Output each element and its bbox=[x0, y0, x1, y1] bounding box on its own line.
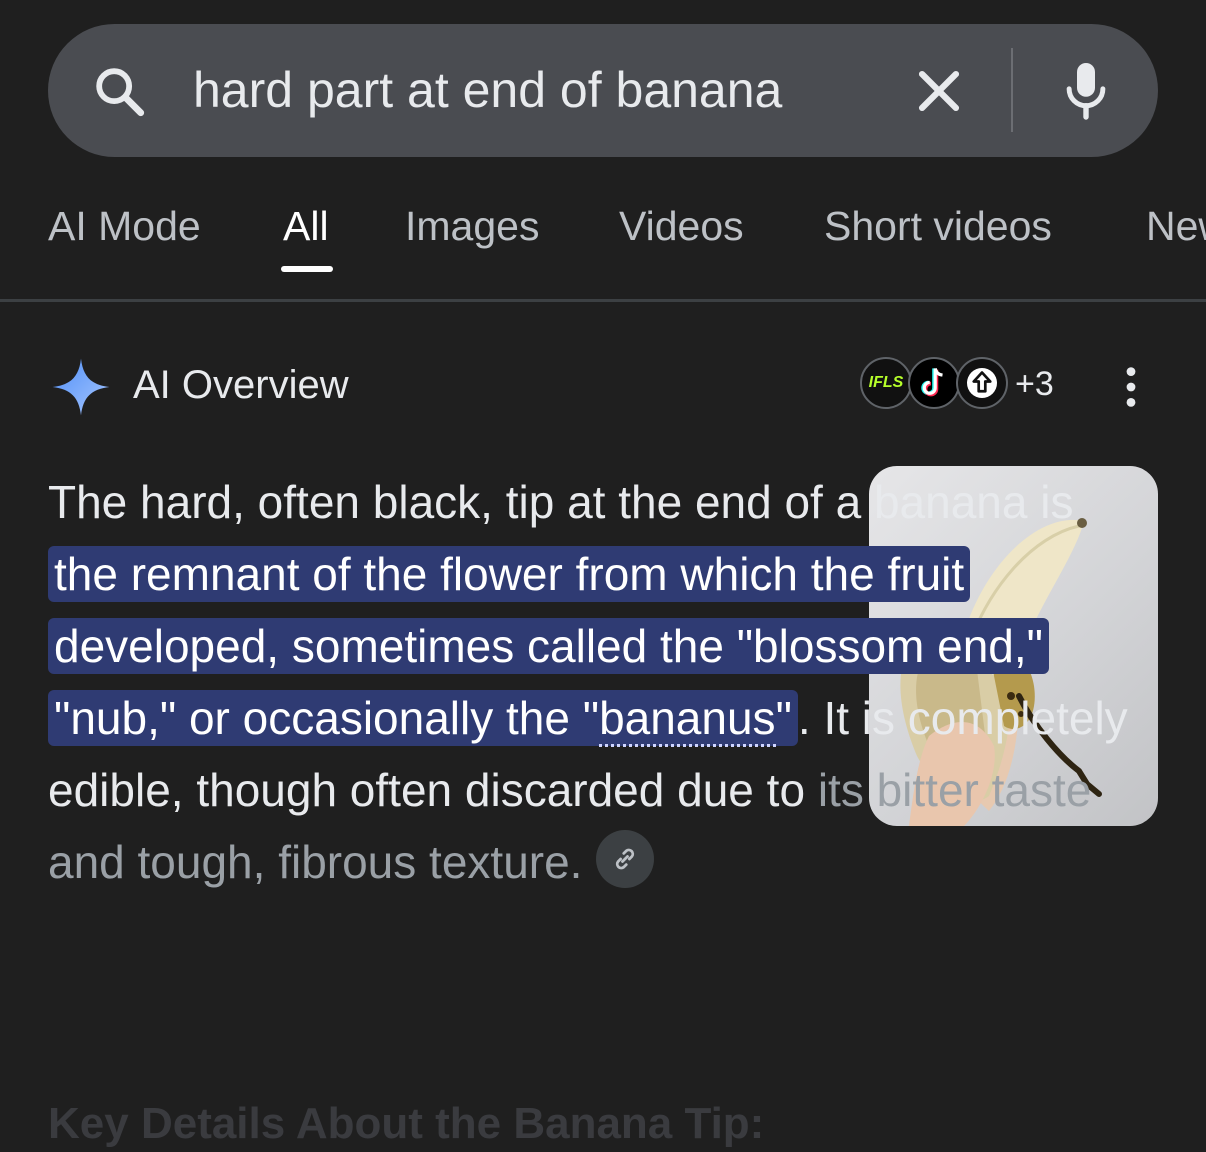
search-icon[interactable] bbox=[90, 62, 148, 120]
ai-overview-title: AI Overview bbox=[133, 363, 349, 407]
answer-highlight-end: " bbox=[775, 692, 792, 744]
active-tab-indicator bbox=[281, 266, 333, 272]
search-input[interactable]: hard part at end of banana bbox=[193, 56, 782, 124]
source-label: IFLS bbox=[868, 374, 904, 391]
tab-all[interactable]: All bbox=[283, 195, 329, 257]
link-icon[interactable] bbox=[596, 830, 655, 888]
close-icon[interactable] bbox=[910, 62, 968, 120]
tabs-divider bbox=[0, 299, 1206, 302]
more-vert-icon[interactable] bbox=[1120, 365, 1142, 409]
search-tabs: AI Mode All Images Videos Short videos N… bbox=[0, 195, 1206, 303]
answer-intro: The hard, often black, tip at the end of… bbox=[48, 476, 1074, 528]
tab-ai-mode[interactable]: AI Mode bbox=[48, 195, 201, 257]
sparkle-icon bbox=[52, 358, 110, 416]
tab-news[interactable]: New bbox=[1146, 195, 1206, 257]
bananus-term[interactable]: bananus bbox=[599, 692, 776, 747]
tiktok-icon[interactable] bbox=[908, 357, 960, 409]
tab-images[interactable]: Images bbox=[405, 195, 539, 257]
tab-videos[interactable]: Videos bbox=[619, 195, 744, 257]
key-details-heading: Key Details About the Banana Tip: bbox=[48, 1099, 765, 1148]
upload-arrow-icon[interactable] bbox=[956, 357, 1008, 409]
ai-overview-answer: The hard, often black, tip at the end of… bbox=[48, 466, 1138, 898]
ifls-logo[interactable]: IFLS bbox=[860, 357, 912, 409]
microphone-icon[interactable] bbox=[1059, 58, 1113, 122]
tab-short-videos[interactable]: Short videos bbox=[824, 195, 1052, 257]
search-divider bbox=[1011, 48, 1013, 132]
more-sources-count[interactable]: +3 bbox=[1015, 362, 1054, 406]
